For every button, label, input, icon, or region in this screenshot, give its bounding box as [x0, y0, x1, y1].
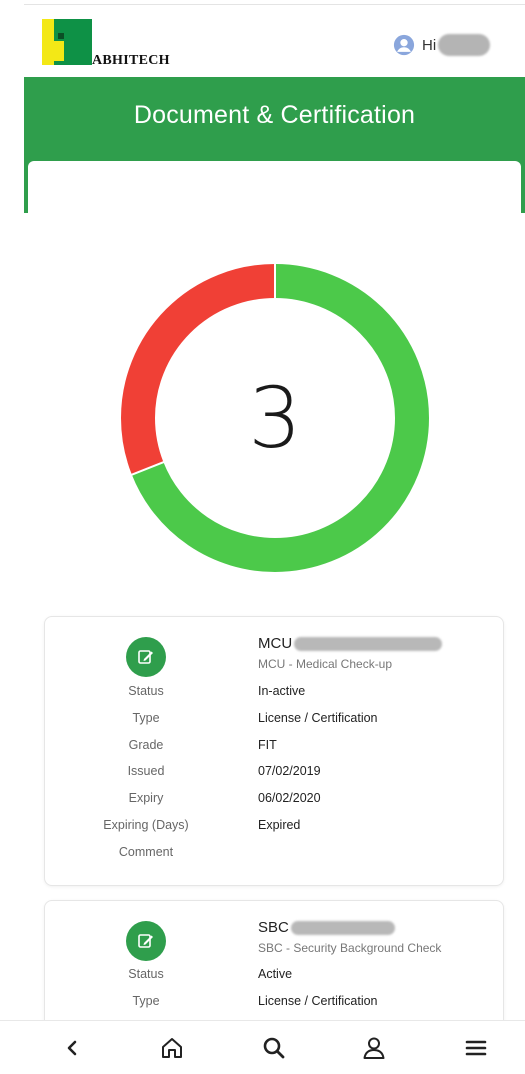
field-status: Status Active	[45, 967, 505, 987]
company-logo[interactable]: ABHITECH	[42, 19, 182, 71]
redacted-document-id	[290, 920, 395, 935]
search-icon[interactable]	[254, 1033, 294, 1063]
edit-document-icon[interactable]	[126, 921, 166, 961]
field-value: FIT	[258, 738, 277, 752]
banner-card	[28, 161, 521, 217]
home-icon[interactable]	[152, 1033, 192, 1063]
field-value: In-active	[258, 684, 306, 698]
document-status-donut: 3	[105, 248, 445, 588]
field-status: Status In-active	[45, 684, 505, 704]
document-subtitle: SBC - Security Background Check	[258, 941, 442, 955]
document-card[interactable]: SBC SBC - Security Background Check Stat…	[44, 900, 504, 1040]
logo-mark-dot	[58, 33, 64, 39]
menu-icon[interactable]	[456, 1033, 496, 1063]
field-label: Expiring (Days)	[103, 818, 189, 832]
document-name: SBC	[258, 919, 395, 936]
field-label: Type	[132, 711, 160, 725]
field-label: Grade	[128, 738, 164, 752]
greeting-text: Hi	[422, 36, 437, 54]
field-value: 07/02/2019	[258, 764, 321, 778]
profile-icon[interactable]	[354, 1033, 394, 1063]
document-code: SBC	[258, 919, 289, 936]
field-grade: Grade FIT	[45, 738, 505, 758]
field-type: Type License / Certification	[45, 711, 505, 731]
field-issued: Issued 07/02/2019	[45, 764, 505, 784]
bottom-nav	[0, 1020, 525, 1074]
field-value: 06/02/2020	[258, 791, 321, 805]
page-title: Document & Certification	[133, 101, 416, 129]
document-name: MCU	[258, 635, 443, 652]
field-label: Status	[128, 967, 164, 981]
document-count: 3	[248, 369, 302, 467]
document-subtitle: MCU - Medical Check-up	[258, 657, 393, 671]
logo-text: ABHITECH	[92, 53, 170, 68]
field-label: Expiry	[128, 791, 164, 805]
field-label: Issued	[127, 764, 165, 778]
user-avatar-icon	[393, 34, 415, 56]
field-label: Comment	[118, 845, 174, 859]
field-expiry: Expiry 06/02/2020	[45, 791, 505, 811]
document-card[interactable]: MCU MCU - Medical Check-up Status In-act…	[44, 616, 504, 886]
redacted-document-id	[294, 636, 443, 651]
back-icon[interactable]	[52, 1033, 92, 1063]
page-banner: Document & Certification	[24, 77, 525, 217]
field-label: Status	[128, 684, 164, 698]
logo-mark-inner	[54, 41, 64, 61]
edit-document-icon[interactable]	[126, 637, 166, 677]
field-type: Type License / Certification	[45, 994, 505, 1014]
document-code: MCU	[258, 635, 293, 652]
field-value: Active	[258, 967, 293, 981]
redacted-user-name	[438, 34, 491, 56]
field-value: License / Certification	[258, 711, 378, 725]
field-expiring-days: Expiring (Days) Expired	[45, 818, 505, 838]
user-greeting[interactable]: Hi	[393, 30, 491, 60]
field-comment: Comment	[45, 845, 505, 865]
app-header: ABHITECH Hi	[0, 5, 525, 77]
field-value: Expired	[258, 818, 301, 832]
field-label: Type	[132, 994, 160, 1008]
field-value: License / Certification	[258, 994, 378, 1008]
